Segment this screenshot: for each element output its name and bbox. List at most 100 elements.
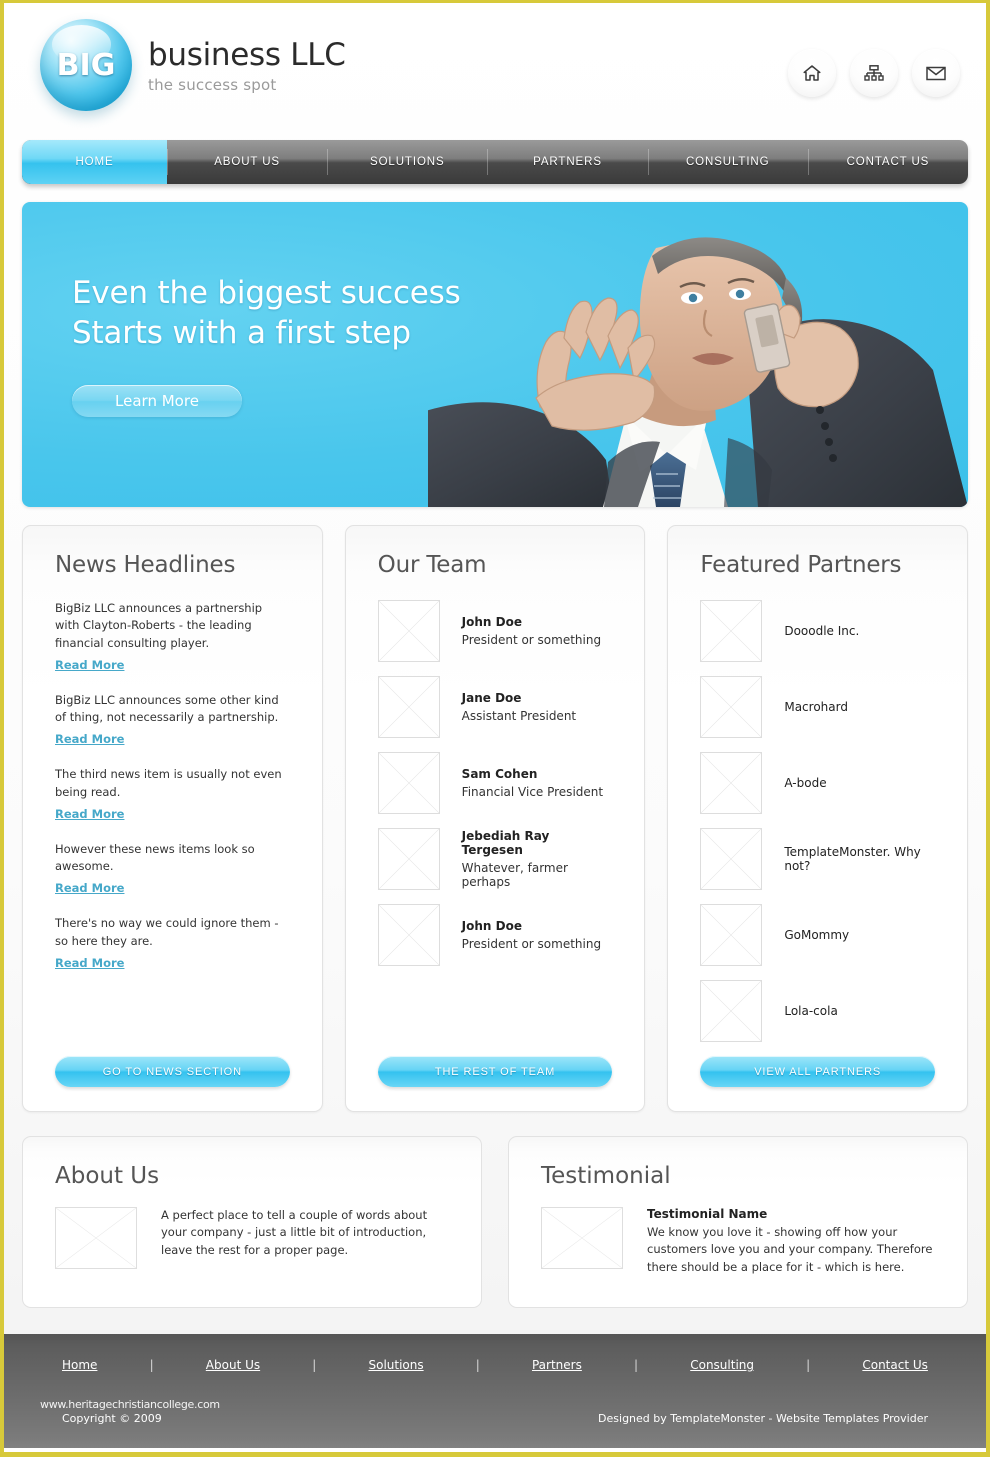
about-us-title: About Us bbox=[55, 1163, 160, 1189]
feature-cards-row: News Headlines BigBiz LLC announces a pa… bbox=[22, 525, 969, 1112]
nav-item-consulting[interactable]: CONSULTING bbox=[647, 140, 808, 184]
about-us-text: A perfect place to tell a couple of word… bbox=[161, 1208, 428, 1257]
team-member-row[interactable]: Sam Cohen Financial Vice President bbox=[377, 752, 613, 814]
about-us-body: A perfect place to tell a couple of word… bbox=[55, 1207, 449, 1269]
news-item-text: The third news item is usually not even … bbox=[55, 767, 282, 799]
home-icon-button[interactable] bbox=[788, 49, 836, 97]
partner-row[interactable]: Macrohard bbox=[700, 676, 935, 738]
news-read-more-link[interactable]: Read More bbox=[55, 732, 124, 746]
partner-logo-placeholder bbox=[700, 600, 763, 662]
footer-link-consulting[interactable]: Consulting bbox=[690, 1358, 754, 1372]
learn-more-label: Learn More bbox=[115, 392, 199, 411]
partner-row[interactable]: A-bode bbox=[700, 752, 935, 814]
team-member-row[interactable]: John Doe President or something bbox=[377, 600, 613, 662]
news-read-more-link[interactable]: Read More bbox=[55, 658, 124, 672]
nav-item-solutions[interactable]: SOLUTIONS bbox=[327, 140, 487, 184]
home-icon bbox=[803, 65, 821, 81]
nav-label: ABOUT US bbox=[214, 156, 280, 168]
mail-icon-button[interactable] bbox=[912, 49, 960, 97]
partner-name: Lola-cola bbox=[784, 1004, 838, 1018]
sitemap-icon-button[interactable] bbox=[850, 49, 898, 97]
main-navigation: HOME ABOUT US SOLUTIONS PARTNERS CONSULT… bbox=[22, 140, 968, 184]
news-read-more-link[interactable]: Read More bbox=[55, 956, 124, 970]
hero-photo bbox=[428, 202, 968, 507]
nav-label: CONSULTING bbox=[685, 156, 770, 168]
nav-item-about-us[interactable]: ABOUT US bbox=[167, 140, 327, 184]
partner-name: A-bode bbox=[784, 776, 827, 790]
cta-label: VIEW ALL PARTNERS bbox=[754, 1065, 882, 1078]
nav-item-partners[interactable]: PARTNERS bbox=[487, 140, 647, 184]
footer-link-contact-us[interactable]: Contact Us bbox=[862, 1358, 928, 1372]
team-member-photo-placeholder bbox=[377, 676, 440, 738]
news-item: The third news item is usually not even … bbox=[55, 766, 290, 822]
go-to-news-section-button[interactable]: GO TO NEWS SECTION bbox=[55, 1056, 290, 1087]
footer-link-home[interactable]: Home bbox=[62, 1358, 97, 1372]
team-member-info: John Doe President or something bbox=[462, 919, 601, 951]
hero-headline-line1: Even the biggest success bbox=[72, 275, 461, 311]
brand-tagline: the success spot bbox=[148, 76, 277, 94]
logo[interactable]: BIG business LLC the success spot bbox=[40, 19, 346, 111]
news-item-text: BigBiz LLC announces some other kind of … bbox=[55, 692, 279, 724]
team-member-photo-placeholder bbox=[377, 600, 440, 662]
team-member-name: John Doe bbox=[461, 615, 522, 629]
partner-row[interactable]: Dooodle Inc. bbox=[700, 600, 935, 662]
footer-navigation: Home | About Us | Solutions | Partners |… bbox=[4, 1334, 986, 1372]
team-member-photo-placeholder bbox=[377, 828, 440, 890]
partner-logo-placeholder bbox=[700, 828, 763, 890]
cta-label: THE REST OF TEAM bbox=[434, 1065, 556, 1078]
our-team-card: Our Team John Doe President or something… bbox=[344, 525, 646, 1112]
partner-logo-placeholder bbox=[700, 752, 763, 814]
footer-bottom-bar: Copyright © 2009 Designed by TemplateMon… bbox=[62, 1412, 928, 1425]
view-all-partners-button[interactable]: VIEW ALL PARTNERS bbox=[700, 1056, 936, 1087]
news-read-more-link[interactable]: Read More bbox=[55, 881, 124, 895]
nav-label: SOLUTIONS bbox=[370, 156, 445, 168]
designer-credit-text: Designed by TemplateMonster - Website Te… bbox=[598, 1412, 928, 1425]
team-member-info: Sam Cohen Financial Vice President bbox=[462, 767, 603, 799]
partner-logo-placeholder bbox=[700, 904, 763, 966]
team-member-row[interactable]: Jane Doe Assistant President bbox=[377, 676, 613, 738]
watermark-text: www.heritagechristiancollege.com bbox=[40, 1398, 220, 1411]
the-rest-of-team-button[interactable]: THE REST OF TEAM bbox=[377, 1056, 613, 1087]
testimonial-text-block: Testimonial Name We know you love it - s… bbox=[647, 1207, 935, 1276]
team-member-name: Sam Cohen bbox=[461, 767, 538, 781]
partner-logo-placeholder bbox=[700, 980, 763, 1042]
team-member-info: John Doe President or something bbox=[462, 615, 601, 647]
news-headlines-card: News Headlines BigBiz LLC announces a pa… bbox=[22, 525, 323, 1112]
footer-link-partners[interactable]: Partners bbox=[532, 1358, 582, 1372]
footer-link-about-us[interactable]: About Us bbox=[206, 1358, 260, 1372]
partner-row[interactable]: TemplateMonster. Why not? bbox=[700, 828, 935, 890]
team-member-name: Jebediah Ray Tergesen bbox=[461, 829, 550, 857]
news-read-more-link[interactable]: Read More bbox=[55, 807, 124, 821]
footer-separator: | bbox=[806, 1358, 811, 1372]
learn-more-button[interactable]: Learn More bbox=[72, 385, 242, 418]
team-member-row[interactable]: Jebediah Ray Tergesen Whatever, farmer p… bbox=[377, 828, 613, 890]
copyright-text: Copyright © 2009 bbox=[62, 1412, 162, 1425]
partner-name: GoMommy bbox=[784, 928, 850, 942]
hero-banner: Even the biggest success Starts with a f… bbox=[22, 202, 968, 507]
team-member-photo-placeholder bbox=[377, 752, 440, 814]
hero-text-block: Even the biggest success Starts with a f… bbox=[72, 274, 461, 418]
partner-row[interactable]: Lola-cola bbox=[700, 980, 935, 1042]
about-us-image-placeholder bbox=[55, 1207, 137, 1269]
cta-label: GO TO NEWS SECTION bbox=[102, 1065, 242, 1078]
news-item: BigBiz LLC announces some other kind of … bbox=[55, 692, 290, 748]
news-item-text: BigBiz LLC announces a partnership with … bbox=[55, 601, 263, 650]
news-item-text: However these news items look so awesome… bbox=[55, 841, 255, 873]
testimonial-image-placeholder bbox=[541, 1207, 623, 1269]
team-member-row[interactable]: John Doe President or something bbox=[377, 904, 613, 966]
nav-label: PARTNERS bbox=[533, 156, 602, 168]
footer-link-solutions[interactable]: Solutions bbox=[368, 1358, 423, 1372]
team-member-role: President or something bbox=[461, 937, 602, 951]
nav-item-home[interactable]: HOME bbox=[22, 140, 167, 184]
header-icon-group bbox=[788, 49, 960, 97]
partners-card-title: Featured Partners bbox=[700, 552, 902, 578]
nav-item-contact-us[interactable]: CONTACT US bbox=[807, 140, 968, 184]
team-card-title: Our Team bbox=[377, 552, 487, 578]
lower-cards-row: About Us A perfect place to tell a coupl… bbox=[22, 1136, 968, 1308]
testimonial-body: Testimonial Name We know you love it - s… bbox=[541, 1207, 935, 1276]
partner-name: Dooodle Inc. bbox=[784, 624, 860, 638]
nav-label: CONTACT US bbox=[846, 156, 930, 168]
team-member-info: Jebediah Ray Tergesen Whatever, farmer p… bbox=[462, 829, 613, 889]
mail-icon bbox=[926, 66, 946, 80]
partner-row[interactable]: GoMommy bbox=[700, 904, 935, 966]
